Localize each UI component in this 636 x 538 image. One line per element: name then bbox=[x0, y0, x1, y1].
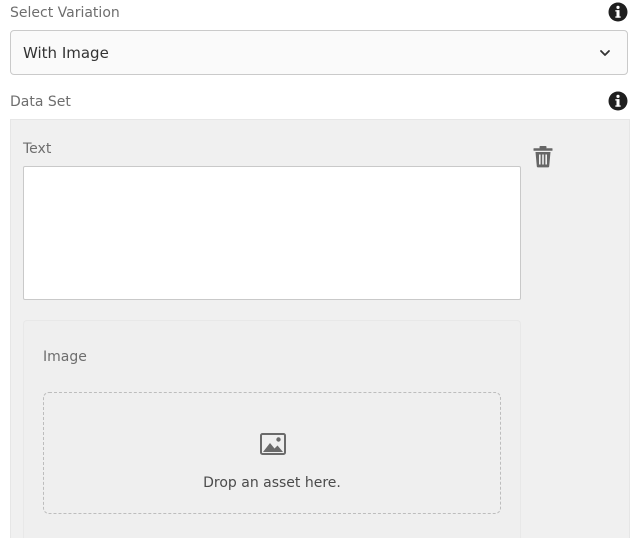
variation-select[interactable]: With Image bbox=[10, 30, 628, 75]
info-icon[interactable] bbox=[608, 91, 628, 111]
data-set-label: Data Set bbox=[10, 94, 71, 110]
chevron-down-icon bbox=[600, 50, 610, 56]
text-field[interactable] bbox=[23, 166, 521, 300]
variation-select-value: With Image bbox=[23, 44, 109, 62]
text-field-label: Text bbox=[23, 141, 52, 157]
select-variation-label: Select Variation bbox=[10, 5, 120, 21]
dropzone-hint: Drop an asset here. bbox=[203, 475, 341, 491]
trash-icon[interactable] bbox=[530, 143, 556, 169]
asset-dropzone[interactable]: Drop an asset here. bbox=[43, 392, 501, 514]
image-icon bbox=[260, 433, 286, 455]
image-field-label: Image bbox=[43, 349, 87, 365]
info-icon[interactable] bbox=[608, 2, 628, 22]
